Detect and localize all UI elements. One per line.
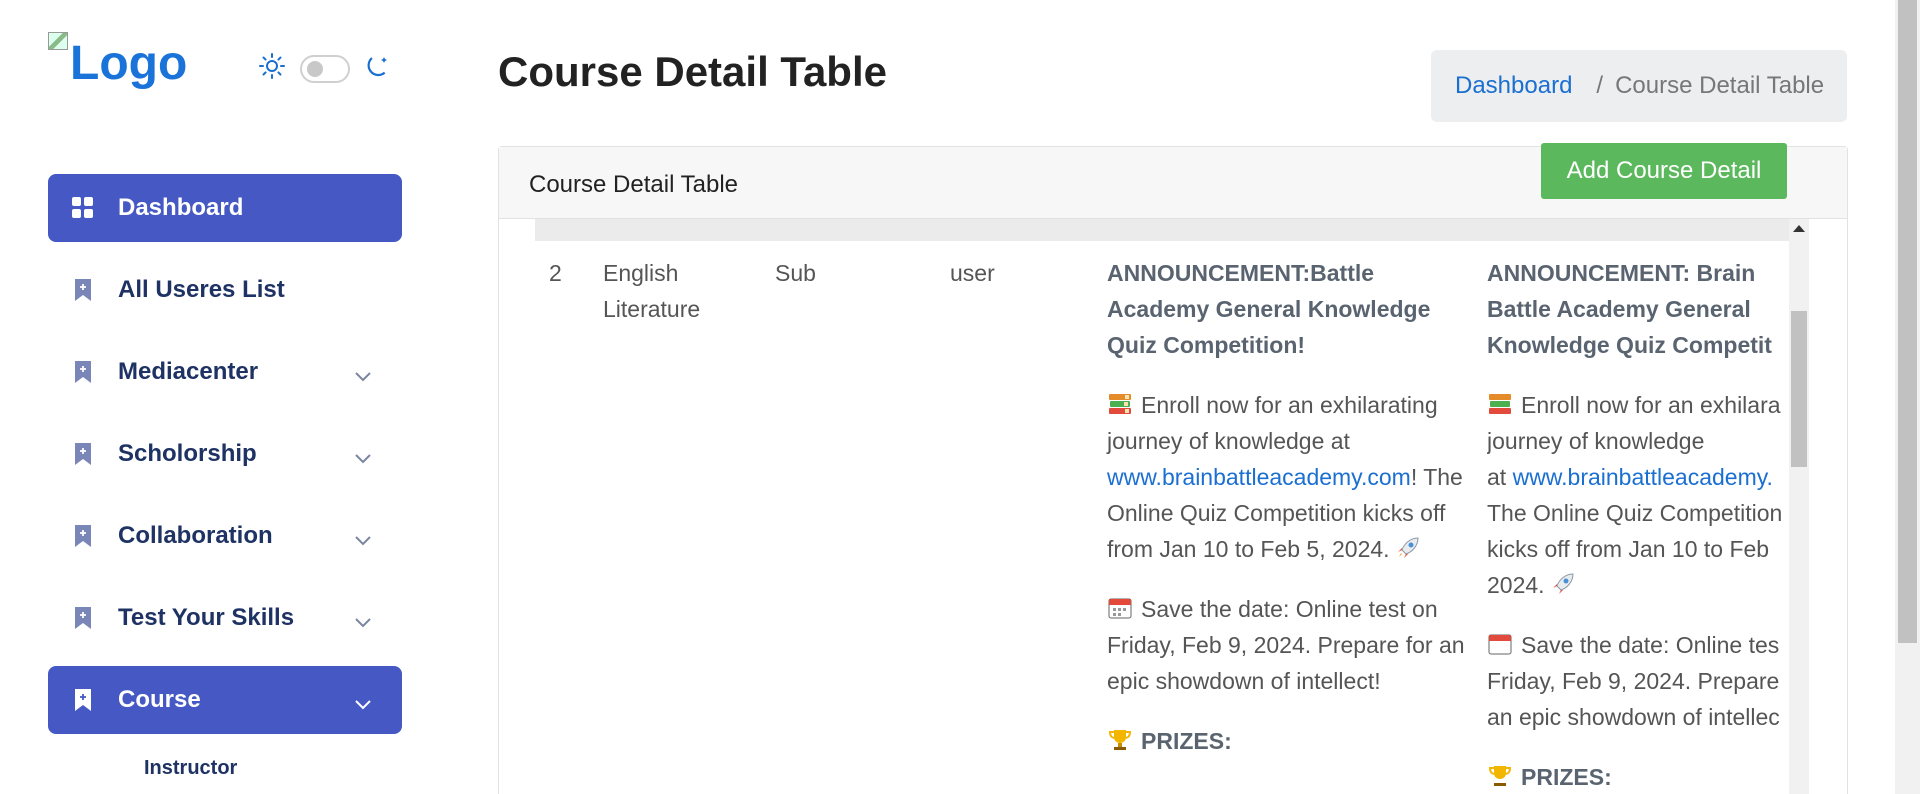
description-text: kicks off from Jan 10 to Feb [1487,536,1770,562]
cell-course-name: English Literature [603,260,701,322]
title-line: Knowledge Quiz Competit [1487,332,1772,358]
cell-description-2: ANNOUNCEMENT: Brain Battle Academy Gener… [1487,255,1789,794]
sidebar-item-mediacenter[interactable]: Mediacenter [48,338,402,406]
moon-icon[interactable] [364,52,392,85]
bookmark-plus-icon [72,689,94,711]
sidebar-item-dashboard[interactable]: Dashboard [48,174,402,242]
chevron-down-icon[interactable] [354,690,372,718]
breadcrumb-link-dashboard[interactable]: Dashboard [1455,72,1572,100]
description-text: Friday, Feb 9, 2024. Prepare [1487,668,1780,694]
description-text: an epic showdown of intellec [1487,704,1780,730]
chevron-down-icon[interactable] [354,362,372,390]
table-scrollbar[interactable] [1789,219,1809,794]
add-course-detail-button[interactable]: Add Course Detail [1541,143,1787,199]
description-paragraph: Save the date: Online test on Friday, Fe… [1107,591,1467,699]
sidebar-subitem-instructor[interactable]: Instructor [48,748,402,788]
theme-toggle [258,52,392,85]
description-paragraph: Save the date: Online tes Friday, Feb 9,… [1487,627,1789,735]
description-paragraph: Enroll now for an exhilara journey of kn… [1487,387,1789,603]
card-header: Course Detail Table Add Course Detail [499,143,1847,219]
website-link[interactable]: www.brainbattleacademy. [1513,464,1773,490]
description-text: Enroll now for an exhilara [1521,392,1781,418]
prizes-heading: PRIZES: [1107,723,1467,759]
card-title: Course Detail Table [529,171,739,198]
rocket-icon [1397,537,1419,558]
sidebar-item-all-users[interactable]: All Useres List [48,256,402,324]
prizes-heading: PRIZES: [1487,759,1789,794]
page-title: Course Detail Table [498,48,887,95]
announcement-title: ANNOUNCEMENT:Battle Academy General Know… [1107,260,1431,358]
sidebar-item-label: Scholorship [118,440,257,467]
sidebar-item-test-your-skills[interactable]: Test Your Skills [48,584,402,652]
books-icon [1109,394,1131,414]
cell-no: 2 [549,260,562,286]
sun-icon[interactable] [258,52,286,85]
rocket-icon [1552,573,1574,594]
bookmark-plus-icon [72,443,94,465]
breadcrumb-current: Course Detail Table [1615,72,1825,99]
breadcrumb: Dashboard / Course Detail Table [1431,50,1847,122]
description-text: 2024. [1487,572,1545,598]
table-header [535,219,1789,241]
books-icon [1489,394,1511,414]
cell-description: ANNOUNCEMENT:Battle Academy General Know… [1107,255,1467,759]
trophy-icon [1488,766,1512,786]
calendar-icon [1108,598,1132,619]
breadcrumb-separator: / [1596,72,1604,99]
logo[interactable]: Logo [48,30,187,88]
sidebar-item-label: Collaboration [118,522,273,549]
description-text: at [1487,464,1513,490]
prizes-text: PRIZES: [1141,728,1232,754]
sidebar-item-label: Dashboard [118,194,244,221]
page-scrollbar-thumb[interactable] [1898,0,1917,643]
sidebar: Logo Dashboard All Useres List Mediacent… [0,0,450,794]
course-detail-card: Course Detail Table Add Course Detail 2 … [498,143,1848,794]
bookmark-plus-icon [72,607,94,629]
sidebar-item-course[interactable]: Course [48,666,402,734]
bookmark-plus-icon [72,525,94,547]
website-link[interactable]: www.brainbattleacademy.com [1107,464,1411,490]
title-line: Battle Academy General [1487,296,1751,322]
description-text: Enroll now for an exhilarating journey o… [1107,392,1438,454]
logo-alt-text: Logo [70,37,188,90]
theme-switch[interactable] [300,54,350,83]
announcement-title: ANNOUNCEMENT: Brain Battle Academy Gener… [1487,255,1789,363]
chevron-down-icon[interactable] [354,444,372,472]
description-text: Save the date: Online test on Friday, Fe… [1107,596,1465,694]
description-text: Save the date: Online tes [1521,632,1780,658]
chevron-down-icon[interactable] [354,608,372,636]
sidebar-item-label: Test Your Skills [118,604,295,631]
page-scrollbar[interactable] [1895,0,1920,794]
broken-image-icon [48,32,68,50]
prizes-text: PRIZES: [1521,764,1612,790]
sidebar-item-scholorship[interactable]: Scholorship [48,420,402,488]
sidebar-item-label: Course [118,686,201,713]
bookmark-plus-icon [72,279,94,301]
cell-user: user [950,260,995,286]
sidebar-item-label: All Useres List [118,276,285,303]
title-line: ANNOUNCEMENT: Brain [1487,260,1756,286]
sidebar-nav: Dashboard All Useres List Mediacenter Sc… [48,174,402,788]
calendar-icon [1488,634,1512,655]
scroll-up-arrow-icon[interactable] [1793,225,1805,232]
trophy-icon [1108,730,1132,750]
description-paragraph: Enroll now for an exhilarating journey o… [1107,387,1467,567]
theme-switch-knob [307,60,323,77]
course-table: 2 English Literature Sub user ANNOUNCEME… [535,219,1809,794]
sidebar-item-collaboration[interactable]: Collaboration [48,502,402,570]
chevron-down-icon[interactable] [354,526,372,554]
cell-type: Sub [775,260,816,286]
description-text: journey of knowledge [1487,428,1705,454]
sidebar-item-label: Mediacenter [118,358,259,385]
bookmark-plus-icon [72,361,94,383]
description-text: The Online Quiz Competition [1487,500,1783,526]
dashboard-grid-icon [72,197,94,219]
table-scrollbar-thumb[interactable] [1791,311,1807,467]
